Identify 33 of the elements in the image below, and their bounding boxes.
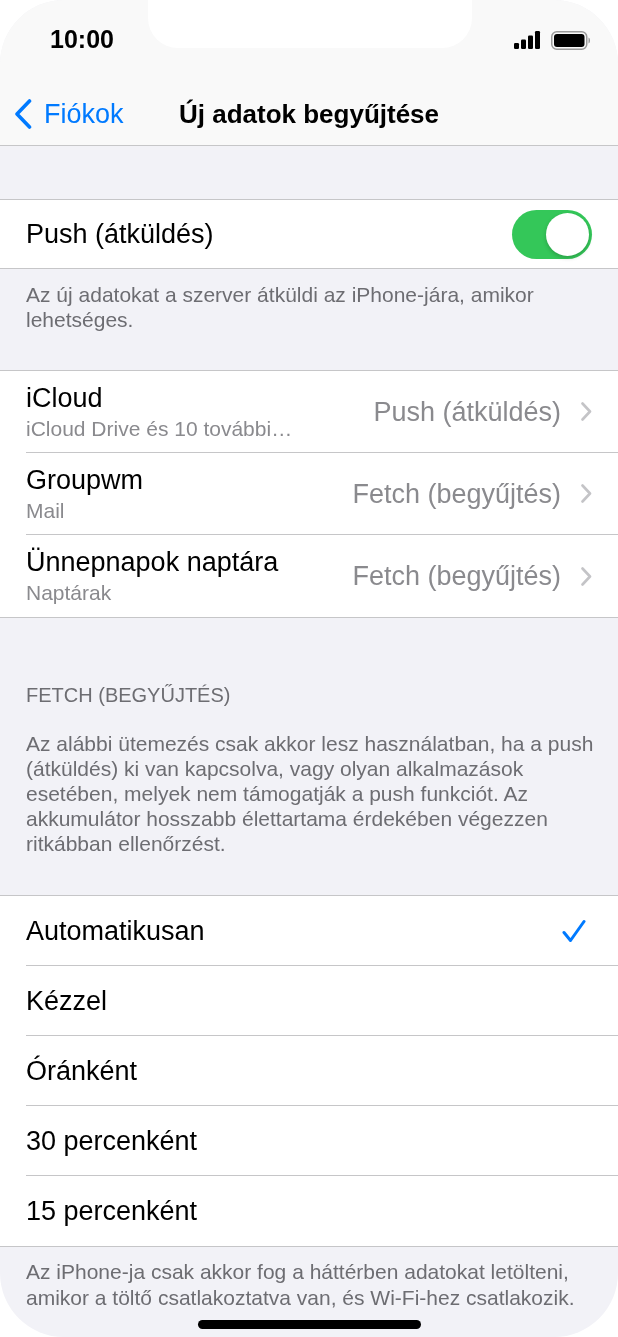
account-row[interactable]: Groupwm Mail Fetch (begyűjtés) xyxy=(0,453,618,535)
status-time: 10:00 xyxy=(50,25,114,53)
toggle-knob xyxy=(546,212,589,256)
fetch-mode-value: Push (átküldés) xyxy=(373,395,561,428)
fetch-option[interactable]: Automatikusan xyxy=(0,896,618,966)
back-chevron-icon xyxy=(14,98,32,129)
fetch-option[interactable]: 30 percenként xyxy=(0,1106,618,1176)
chevron-right-icon xyxy=(581,402,592,421)
fetch-mode-value: Fetch (begyűjtés) xyxy=(352,477,561,510)
account-detail: iCloud Drive és 10 további… xyxy=(26,415,293,441)
account-name: iCloud xyxy=(26,382,104,414)
account-row[interactable]: Ünnepnapok naptára Naptárak Fetch (begyűjtés) xyxy=(0,535,618,617)
signal-icon xyxy=(514,31,541,49)
fetch-option[interactable]: 15 percenként xyxy=(0,1176,618,1246)
fetch-description: Az alábbi ütemezés csak akkor lesz használatban, ha a push (átküldés) ki van kapcsolva, vagy olyan alkalmazások esetében, melyek nem támogatják a push funkciót. Az akkumulátor hosszabb élettartama érdekében végezzen ritkábban ellenőrzést. xyxy=(25,731,595,856)
fetch-footer-text: Az iPhone-ja csak akkor fog a háttérben adatokat letölteni, amikor a töltő csatlakoztatva van, és Wi-Fi-hez csatlakozik. xyxy=(25,1259,576,1311)
account-detail: Naptárak xyxy=(26,580,113,605)
account-row[interactable]: iCloud iCloud Drive és 10 további… Push (átküldés) xyxy=(0,371,618,453)
account-name: Ünnepnapok naptára xyxy=(26,547,279,578)
section-header: FETCH (BEGYŰJTÉS) xyxy=(25,683,232,707)
push-label: Push (átküldés) xyxy=(26,218,214,250)
chevron-right-icon xyxy=(581,566,592,586)
chevron-right-icon xyxy=(581,484,592,503)
push-footer-text: Az új adatokat a szerver átküldi az iPhone-jára, amikor lehetséges. xyxy=(25,282,535,332)
back-button[interactable]: Fiókok xyxy=(0,97,124,130)
account-detail: Mail xyxy=(26,497,66,523)
fetch-mode-value: Fetch (begyűjtés) xyxy=(352,560,561,592)
page-title: Új adatok begyűjtése xyxy=(178,97,440,130)
battery-icon xyxy=(551,31,591,50)
fetch-option[interactable]: Óránként xyxy=(0,1036,618,1106)
fetch-option[interactable]: Kézzel xyxy=(0,966,618,1036)
push-toggle[interactable] xyxy=(512,209,592,259)
account-name: Groupwm xyxy=(26,464,144,496)
